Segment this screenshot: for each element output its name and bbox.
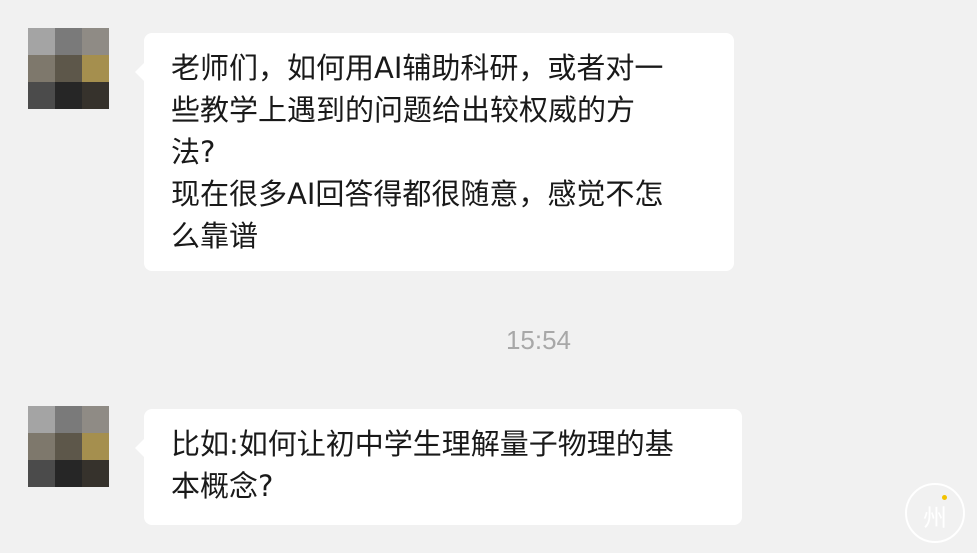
watermark-dot xyxy=(942,495,947,500)
message-text-line: 比如:如何让初中学生理解量子物理的基 xyxy=(171,427,674,461)
sender-avatar-pixelated[interactable] xyxy=(28,28,109,109)
message-bubble-2[interactable]: 比如:如何让初中学生理解量子物理的基 本概念? xyxy=(135,409,742,525)
message-text-line: 法? xyxy=(171,135,216,169)
sender-avatar-pixelated[interactable] xyxy=(28,406,109,487)
message-text-line: 些教学上遇到的问题给出较权威的方 xyxy=(171,93,636,127)
message-text-line: 现在很多AI回答得都很随意，感觉不怎 xyxy=(171,177,664,211)
message-bubble-1[interactable]: 老师们，如何用AI辅助科研，或者对一 些教学上遇到的问题给出较权威的方 法? 现… xyxy=(135,33,734,271)
message-text-line: 本概念? xyxy=(171,469,274,503)
message-text-line: 么靠谱 xyxy=(171,219,259,253)
watermark-logo: 州 xyxy=(905,483,965,543)
watermark-glyph: 州 xyxy=(923,504,947,532)
message-text-line: 老师们，如何用AI辅助科研，或者对一 xyxy=(171,51,664,85)
message-timestamp: 15:54 xyxy=(505,325,572,355)
